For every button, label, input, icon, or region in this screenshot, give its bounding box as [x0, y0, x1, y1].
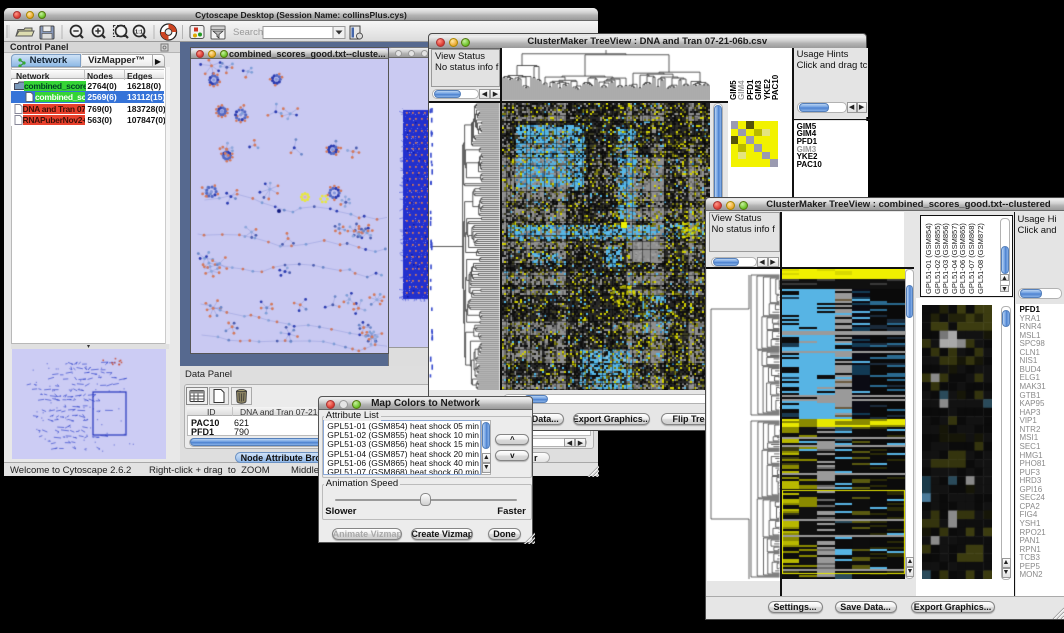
svg-text:Search:: Search: [233, 27, 266, 38]
svg-text:1:1: 1:1 [135, 29, 143, 35]
